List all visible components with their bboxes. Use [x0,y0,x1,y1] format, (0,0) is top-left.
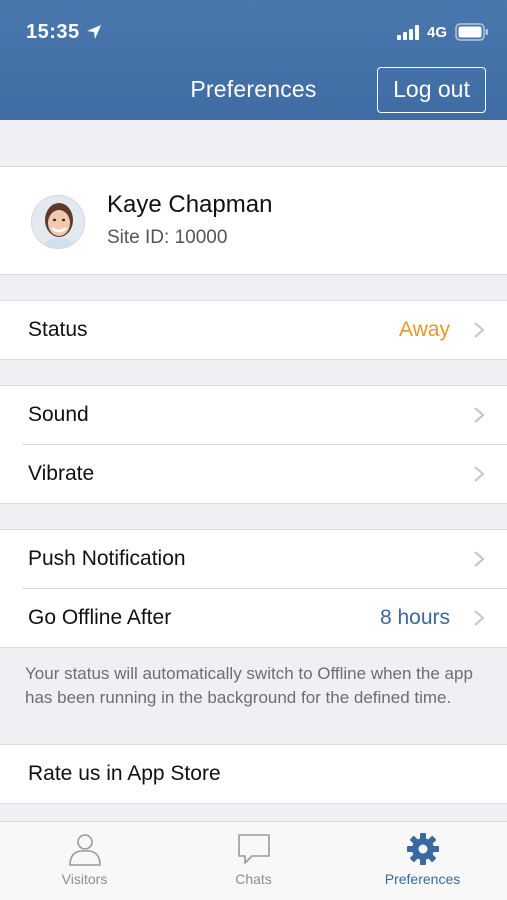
go-offline-label: Go Offline After [28,606,172,629]
tab-visitors[interactable]: Visitors [0,822,169,900]
status-bar: 15:35 4G [0,0,507,60]
profile-name: Kaye Chapman [107,191,273,218]
network-type: 4G [427,24,448,41]
rate-app-label: Rate us in App Store [28,762,221,785]
go-offline-value: 8 hours [379,606,450,629]
vibrate-label: Vibrate [28,462,95,485]
avatar-image [32,196,84,248]
tab-preferences-label: Preferences [384,871,461,887]
chevron-right-icon [474,610,485,626]
sound-row[interactable]: Sound [0,386,507,444]
signal-icon [397,25,419,40]
offline-footnote: Your status will automatically switch to… [25,664,473,707]
go-offline-row[interactable]: Go Offline After 8 hours [0,589,507,647]
tab-visitors-label: Visitors [61,871,108,887]
sound-label: Sound [28,403,89,426]
nav-header: 15:35 4G Preferences Log out [0,0,507,120]
rate-app-row[interactable]: Rate us in App Store [0,745,507,803]
status-label: Status [28,318,88,341]
chevron-right-icon [474,466,485,482]
chevron-right-icon [474,551,485,567]
notification-group: Push Notification Go Offline After 8 hou… [0,529,507,648]
status-row[interactable]: Status Away [0,301,507,359]
tab-chats[interactable]: Chats [169,822,338,900]
site-id: Site ID: 10000 [107,227,228,248]
tab-bar: Visitors Chats Preferences [0,821,507,900]
vibrate-row[interactable]: Vibrate [0,445,507,503]
person-icon [68,834,101,866]
chevron-right-icon [474,407,485,423]
chevron-right-icon [474,322,485,338]
logout-button[interactable]: Log out [377,67,486,113]
status-value: Away [399,318,450,341]
tab-preferences[interactable]: Preferences [338,822,507,900]
sound-group: Sound Vibrate [0,385,507,504]
location-arrow-icon [87,25,101,39]
push-notification-label: Push Notification [28,547,186,570]
tab-chats-label: Chats [235,871,272,887]
rate-group: Rate us in App Store [0,744,507,804]
status-group: Status Away [0,300,507,360]
profile-card: Kaye Chapman Site ID: 10000 [0,166,507,275]
battery-icon [455,23,488,41]
push-notification-row[interactable]: Push Notification [0,530,507,588]
gear-icon [406,833,439,865]
chat-bubble-icon [237,834,270,864]
avatar [31,195,85,249]
status-time: 15:35 [26,21,80,43]
